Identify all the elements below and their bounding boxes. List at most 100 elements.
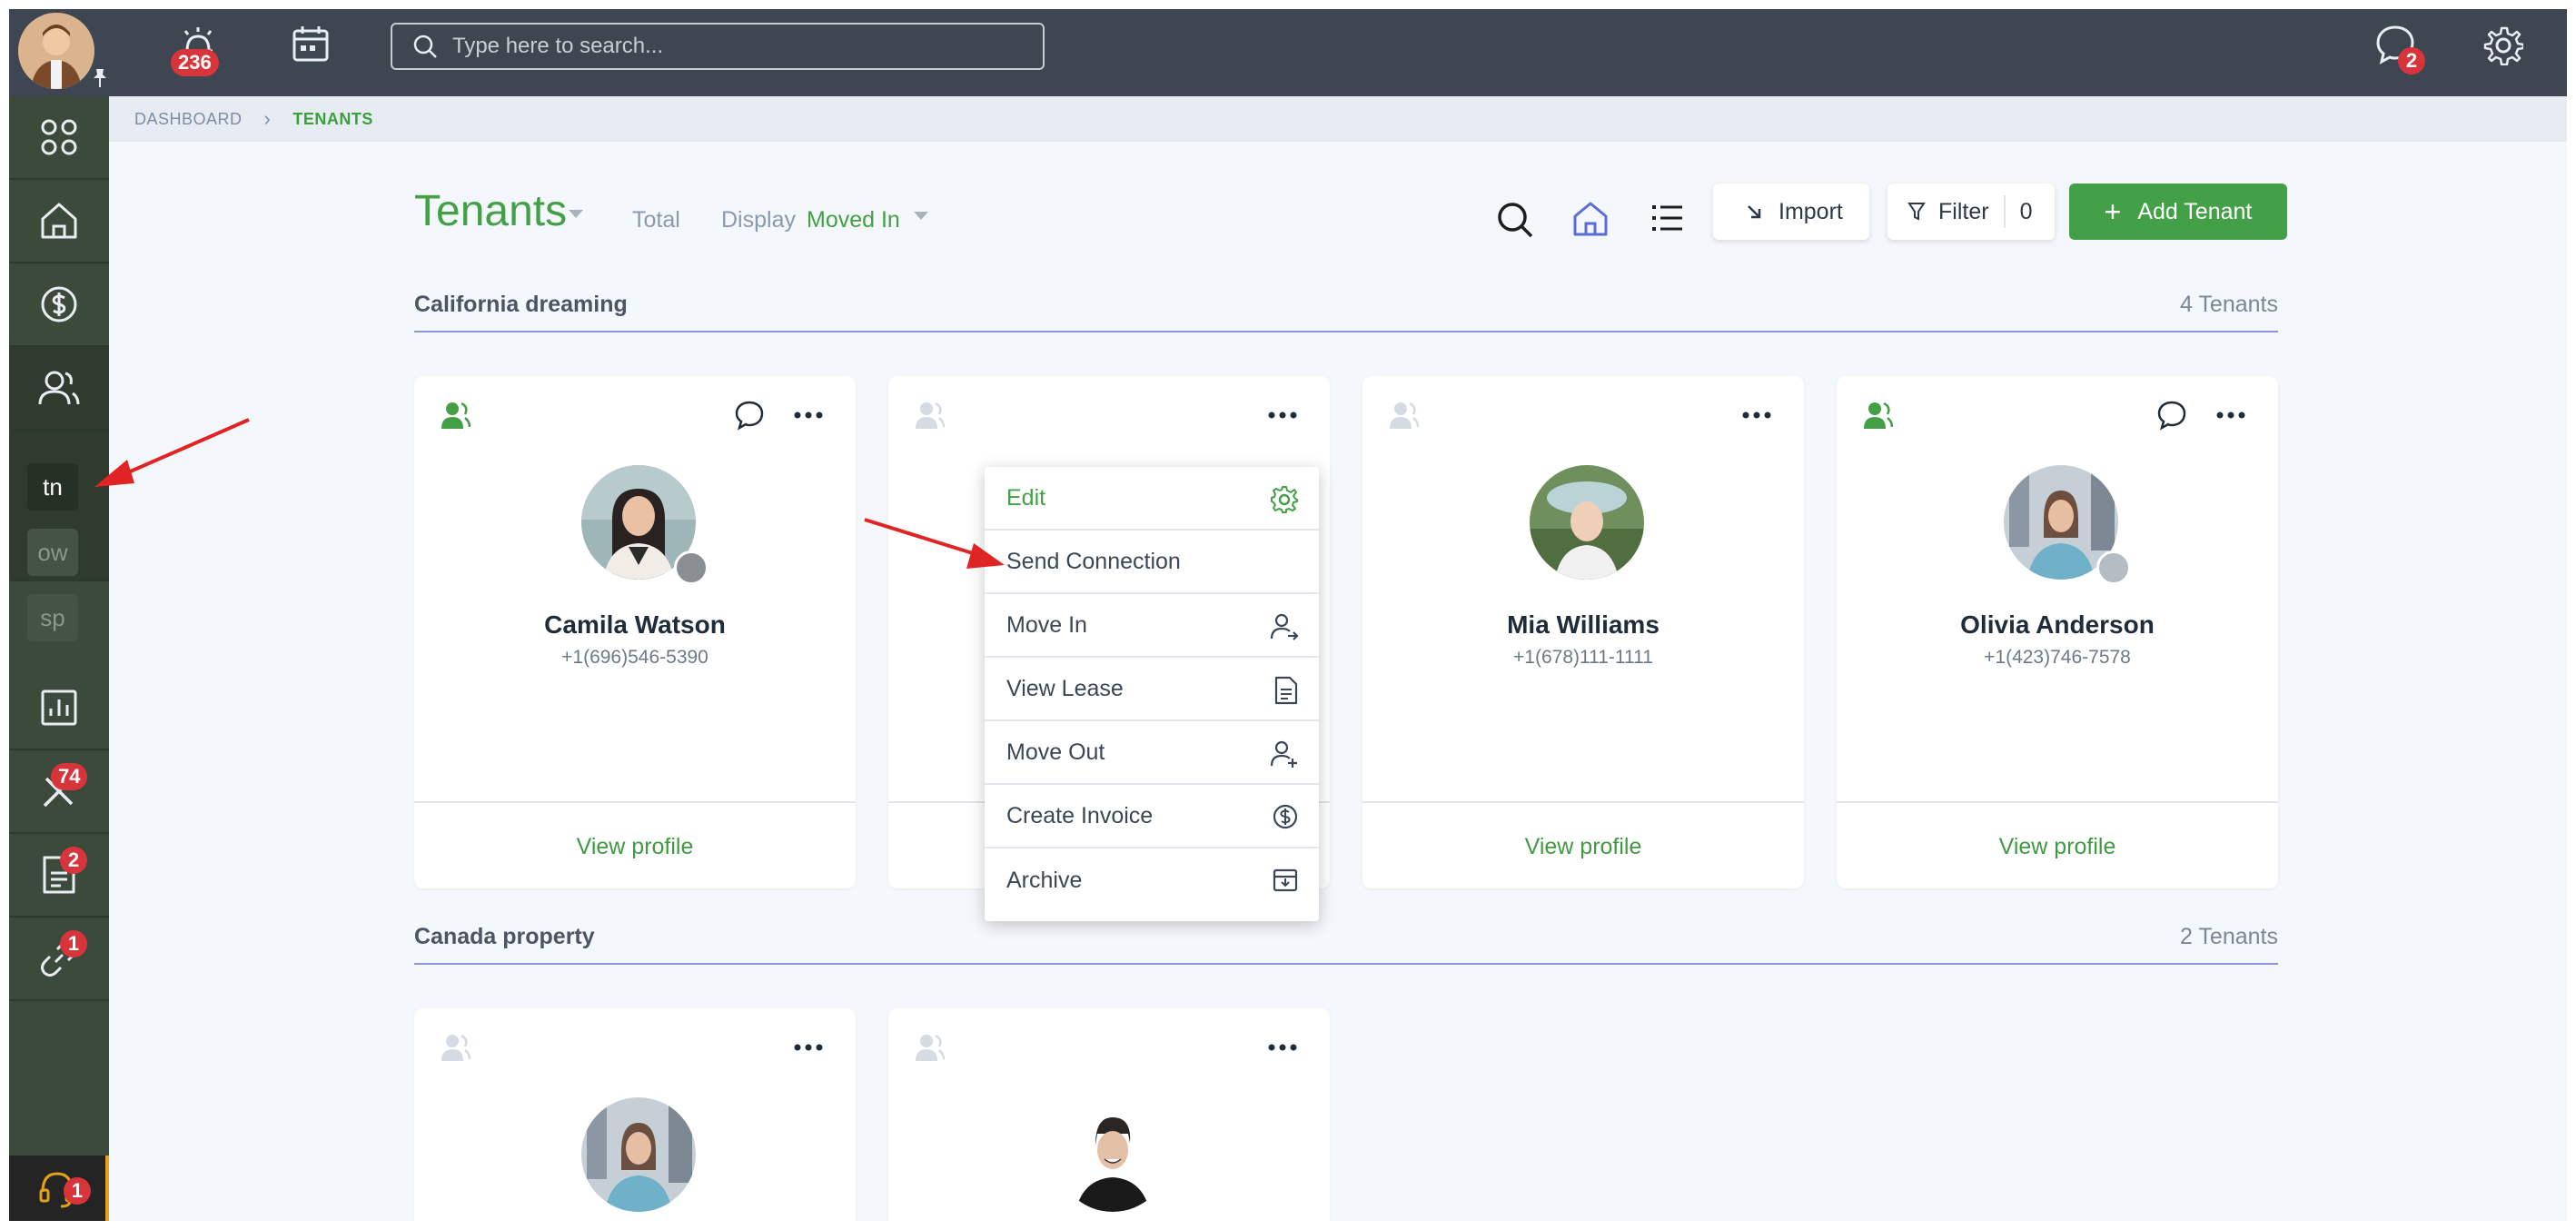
tenant-card: Camila Watson +1(696)546-5390 View profi…: [414, 376, 856, 888]
group-divider: [414, 331, 2278, 332]
sidebar-item-documents[interactable]: [9, 834, 109, 918]
card-divider: [1837, 801, 2278, 803]
tenant-status-icon: [1390, 402, 1419, 429]
tenant-card: Mia Williams +1(678)111-1111 View profil…: [1362, 376, 1804, 888]
dollar-icon: [41, 286, 77, 322]
more-options-icon[interactable]: [794, 411, 823, 420]
tenant-card: [414, 1008, 856, 1221]
document-icon: [1274, 676, 1298, 705]
more-options-icon[interactable]: [2216, 411, 2245, 420]
tenant-status-icon: [441, 402, 471, 429]
filter-button[interactable]: Filter 0: [1887, 184, 2055, 240]
tenant-status-icon: [1864, 402, 1893, 429]
add-tenant-button[interactable]: + Add Tenant: [2069, 184, 2287, 240]
sidebar-subitem-tenants[interactable]: tn: [27, 463, 78, 511]
import-label: Import: [1778, 198, 1843, 224]
chevron-right-icon: ›: [263, 107, 272, 130]
home-icon: [1573, 202, 1608, 236]
sidebar-item-dashboard[interactable]: [9, 96, 109, 180]
import-arrow-icon: [1748, 205, 1761, 219]
menu-item-archive[interactable]: Archive: [985, 848, 1319, 912]
users-icon: [38, 371, 80, 405]
tenant-phone[interactable]: +1(423)746-7578: [1837, 647, 2278, 669]
tenant-name[interactable]: Camila Watson: [414, 610, 856, 640]
support-button[interactable]: [9, 1156, 109, 1221]
archive-icon: [1273, 868, 1298, 892]
sidebar-item-connections[interactable]: [9, 918, 109, 1001]
chat-icon[interactable]: [2156, 400, 2187, 431]
search-box[interactable]: [391, 23, 1045, 70]
menu-item-view-lease[interactable]: View Lease: [985, 658, 1319, 721]
more-options-icon[interactable]: [1268, 1043, 1297, 1052]
card-divider: [414, 801, 856, 803]
view-profile-link[interactable]: View profile: [414, 834, 856, 860]
tenant-phone[interactable]: +1(678)111-1111: [1362, 647, 1804, 669]
display-chevron-down-icon[interactable]: [914, 212, 928, 220]
more-options-icon[interactable]: [1268, 411, 1297, 420]
sidebar-subitem-service-pros[interactable]: sp: [27, 594, 78, 641]
user-avatar[interactable]: [18, 13, 94, 89]
list-view-toggle[interactable]: [1650, 200, 1686, 241]
display-select[interactable]: Moved In: [807, 207, 900, 233]
display-label: Display: [721, 207, 796, 233]
tenant-status-icon: [916, 402, 945, 429]
menu-item-label: Send Connection: [1006, 548, 1181, 574]
page-title[interactable]: Tenants: [414, 186, 567, 236]
filter-count: 0: [2019, 198, 2033, 224]
chat-icon[interactable]: [734, 400, 765, 431]
search-input[interactable]: [452, 34, 1016, 59]
menu-item-label: View Lease: [1006, 675, 1124, 701]
add-tenant-label: Add Tenant: [2137, 198, 2253, 224]
menu-item-send-connection[interactable]: Send Connection: [985, 531, 1319, 594]
search-icon: [413, 35, 437, 58]
filter-label: Filter: [1938, 198, 1989, 224]
home-icon: [41, 203, 77, 239]
filter-divider: [2003, 195, 2006, 228]
breadcrumb-current: TENANTS: [292, 109, 373, 128]
search-toggle[interactable]: [1495, 200, 1535, 244]
group-title: Canada property: [414, 924, 595, 949]
settings-button[interactable]: [2483, 25, 2525, 70]
menu-item-edit[interactable]: Edit: [985, 467, 1319, 531]
dollar-icon: [1273, 804, 1298, 829]
tenant-name[interactable]: Mia Williams: [1362, 610, 1804, 640]
property-view-toggle[interactable]: [1571, 200, 1610, 243]
import-button[interactable]: Import: [1713, 184, 1869, 240]
sidebar-item-maintenance[interactable]: [9, 750, 109, 834]
menu-item-create-invoice[interactable]: Create Invoice: [985, 785, 1319, 848]
menu-item-move-out[interactable]: Move Out: [985, 721, 1319, 785]
tenant-status-icon: [916, 1034, 945, 1061]
calendar-button[interactable]: [291, 24, 331, 68]
title-chevron-down-icon[interactable]: [569, 210, 583, 218]
tenant-name[interactable]: Olivia Anderson: [1837, 610, 2278, 640]
tenant-photo: [581, 1097, 696, 1212]
sidebar-item-reports[interactable]: [9, 667, 109, 750]
sidebar-item-properties[interactable]: [9, 180, 109, 263]
card-divider: [1362, 801, 1804, 803]
menu-item-label: Edit: [1006, 484, 1046, 511]
total-label: Total: [632, 207, 680, 233]
tenant-photo: [1530, 465, 1644, 580]
breadcrumb-dashboard[interactable]: DASHBOARD: [134, 110, 243, 129]
breadcrumb: DASHBOARD › TENANTS: [109, 96, 2567, 142]
search-icon: [1498, 203, 1533, 238]
context-menu: Edit Send Connection Move In View Lease: [985, 467, 1319, 921]
more-options-icon[interactable]: [1742, 411, 1771, 420]
sidebar-item-accounting[interactable]: [9, 263, 109, 347]
tenant-phone[interactable]: +1(696)546-5390: [414, 647, 856, 669]
group-divider: [414, 963, 2278, 965]
list-icon: [1652, 205, 1682, 231]
more-options-icon[interactable]: [794, 1043, 823, 1052]
view-profile-link[interactable]: View profile: [1362, 834, 1804, 860]
support-badge: 1: [64, 1177, 91, 1205]
sidebar-subitem-owners[interactable]: ow: [27, 529, 78, 576]
grid-icon: [41, 119, 77, 155]
pin-icon[interactable]: [87, 65, 113, 91]
tenant-card: Olivia Anderson +1(423)746-7578 View pro…: [1837, 376, 2278, 888]
calendar-icon: [292, 26, 329, 62]
user-move-out-icon: [1270, 740, 1297, 768]
view-profile-link[interactable]: View profile: [1837, 834, 2278, 860]
top-bar: 236 2: [9, 9, 2567, 96]
menu-item-move-in[interactable]: Move In: [985, 594, 1319, 658]
tenant-photo: [1055, 1097, 1170, 1212]
